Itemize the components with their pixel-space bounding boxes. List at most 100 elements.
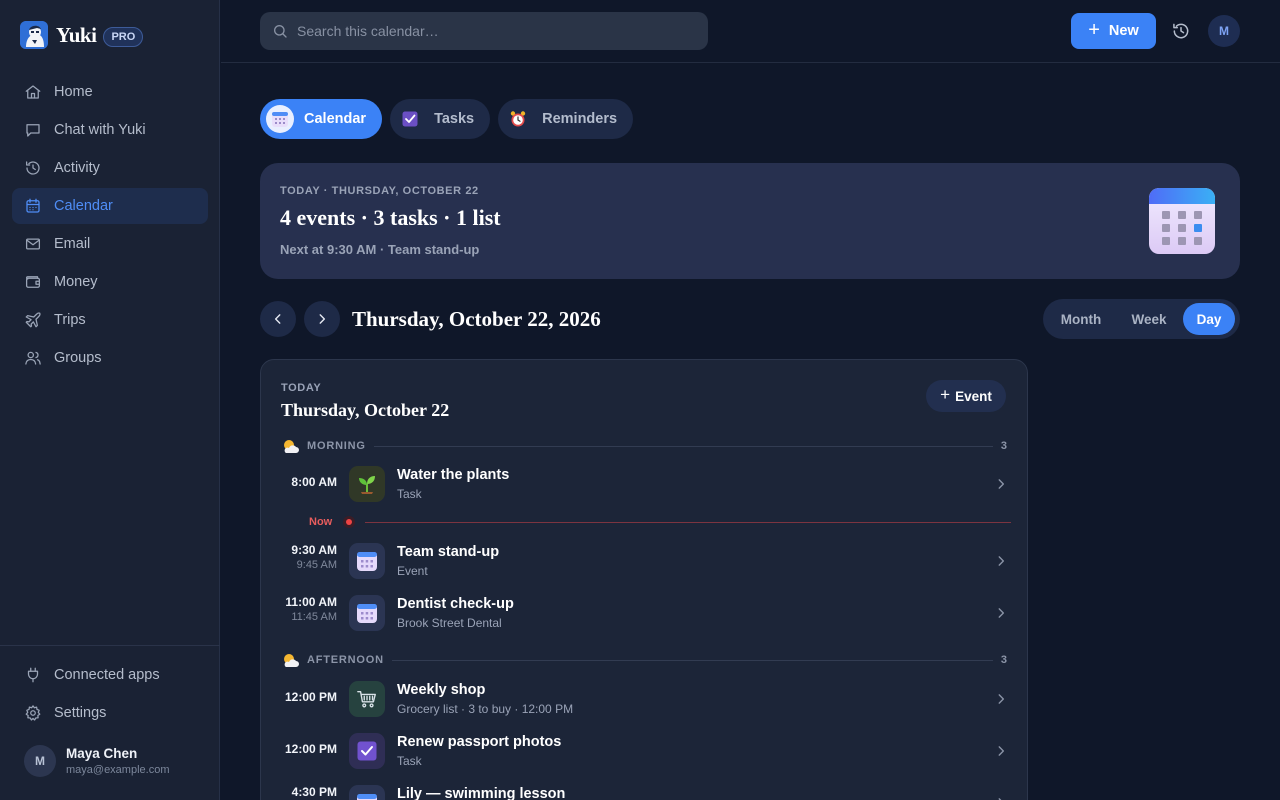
history-icon [1173,23,1189,39]
tab-calendar[interactable]: Calendar [260,99,383,139]
tab-tasks[interactable]: Tasks [390,99,491,139]
agenda-item-dentist[interactable]: 11:00 AM 11:45 AM Dentist check-up Brook… [261,589,1027,637]
item-end-time: 11:45 AM [291,611,337,623]
tab-label: Tasks [434,111,475,127]
item-subtitle: Brook Street Dental [397,616,502,630]
section-label: MORNING [307,440,366,452]
sidebar-item-home[interactable]: Home [12,74,208,110]
user-email: maya@example.com [66,764,170,776]
today-summary-card: TODAY · THURSDAY, OCTOBER 22 4 events · … [260,163,1240,279]
view-tabs: Calendar Tasks Reminders [260,99,641,139]
item-subtitle: Event [397,564,428,578]
sidebar-item-activity[interactable]: Activity [12,150,208,186]
home-icon [25,85,41,99]
view-week-button[interactable]: Week [1115,303,1183,335]
search-box[interactable] [260,12,708,50]
history-icon [25,161,40,175]
brand[interactable]: Yuki PRO [20,20,144,50]
new-button[interactable]: + New [1071,13,1156,49]
user-profile[interactable]: M Maya Chen maya@example.com [24,745,169,777]
summary-next: Next at 9:30 AM · Team stand-up [280,242,480,257]
history-button[interactable] [1171,21,1191,41]
tab-label: Calendar [304,111,367,127]
new-button-label: New [1108,23,1139,39]
sidebar-item-trips[interactable]: Trips [12,302,208,338]
item-title: Weekly shop [397,682,486,698]
chevron-right-icon [998,694,1005,704]
mail-icon [25,238,41,250]
chevron-left-icon [274,314,281,324]
calendar-icon [349,543,385,579]
sidebar-item-groups[interactable]: Groups [12,340,208,376]
plus-icon: + [1088,18,1100,41]
item-start-time: 12:00 PM [284,690,337,704]
checkbox-icon [396,105,424,133]
calendar-icon [349,595,385,631]
item-title: Lily — swimming lesson [397,786,566,800]
cart-icon [349,681,385,717]
item-title: Dentist check-up [397,596,514,612]
previous-day-button[interactable] [260,301,296,337]
agenda-item-water-plants[interactable]: 8:00 AM Water the plants Task [261,460,1027,508]
item-title: Water the plants [397,467,510,483]
next-day-button[interactable] [304,301,340,337]
topbar: + New M [221,0,1280,63]
sidebar-item-calendar[interactable]: Calendar [12,188,208,224]
agenda-item-team-standup[interactable]: 9:30 AM 9:45 AM Team stand-up Event [261,537,1027,585]
agenda-item-swimming-lesson[interactable]: 4:30 PM Lily — swimming lesson [261,779,1027,800]
sidebar-item-settings[interactable]: Settings [12,695,208,731]
sun-cloud-icon [284,654,299,667]
calendar-illustration-icon [1149,188,1215,254]
summary-date: TODAY · THURSDAY, OCTOBER 22 [280,185,479,197]
sidebar: Yuki PRO Home Chat with Yuki Activity Ca… [0,0,220,800]
checkbox-icon [349,733,385,769]
sidebar-item-label: Chat with Yuki [54,122,146,138]
now-dot [343,516,355,528]
item-start-time: 11:00 AM [285,595,337,609]
section-divider [373,445,993,447]
avatar: M [24,745,56,777]
now-line [365,522,1011,523]
sidebar-nav: Home Chat with Yuki Activity Calendar Em… [12,74,208,378]
sidebar-item-connected-apps[interactable]: Connected apps [12,657,208,693]
view-day-button[interactable]: Day [1183,303,1235,335]
section-divider [391,659,993,661]
summary-title: 4 events · 3 tasks · 1 list [280,205,501,230]
chevron-right-icon [998,746,1005,756]
section-count: 3 [1000,654,1007,666]
sidebar-item-label: Home [54,84,93,100]
now-indicator: Now [309,515,1011,529]
calendar-icon [26,198,40,213]
alarm-clock-icon [504,105,532,133]
agenda-item-passport-photos[interactable]: 12:00 PM Renew passport photos Task [261,727,1027,775]
sidebar-item-label: Trips [54,312,86,328]
view-month-button[interactable]: Month [1047,303,1115,335]
tab-reminders[interactable]: Reminders [498,99,634,139]
plus-icon: + [940,385,951,404]
view-switcher: Month Week Day [1043,299,1240,339]
sidebar-item-email[interactable]: Email [12,226,208,262]
search-input[interactable] [297,23,697,39]
sidebar-bottom-nav: Connected apps Settings [12,657,208,733]
account-avatar[interactable]: M [1208,15,1240,47]
agenda-item-weekly-shop[interactable]: 12:00 PM Weekly shop Grocery list · 3 to… [261,675,1027,723]
plane-icon [25,312,41,328]
chevron-right-icon [998,798,1002,800]
sun-cloud-icon [284,440,299,453]
search-icon [274,25,287,38]
chevron-right-icon [319,314,326,324]
tab-label: Reminders [542,111,618,127]
sidebar-item-label: Groups [54,350,102,366]
sidebar-item-label: Email [54,236,91,252]
chevron-right-icon [998,608,1005,618]
sidebar-item-money[interactable]: Money [12,264,208,300]
current-date-title: Thursday, October 22, 2026 [352,307,601,331]
add-event-label: Event [955,388,992,404]
wallet-icon [25,276,41,288]
add-event-button[interactable]: + Event [926,380,1006,412]
sidebar-item-label: Activity [54,160,100,176]
sidebar-item-chat[interactable]: Chat with Yuki [12,112,208,148]
item-subtitle: Grocery list · 3 to buy · 12:00 PM [397,702,574,716]
sidebar-item-label: Calendar [54,198,113,214]
gear-icon [25,705,41,721]
